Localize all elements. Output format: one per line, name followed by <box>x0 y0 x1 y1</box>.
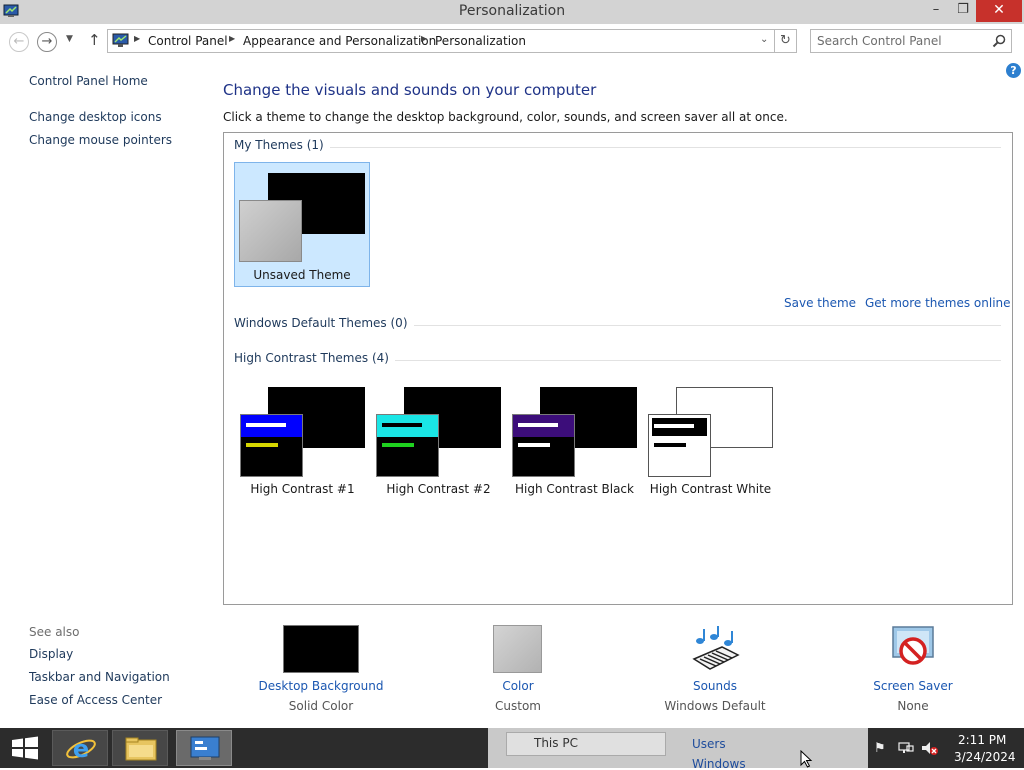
title-bar: Personalization – ❐ ✕ <box>0 0 1024 24</box>
search-input[interactable] <box>817 33 987 49</box>
page-description: Click a theme to change the desktop back… <box>223 110 788 124</box>
theme-preview-window <box>512 414 575 477</box>
my-themes-header: My Themes (1) <box>234 138 330 152</box>
clock-date[interactable]: 3/24/2024 <box>954 750 1016 764</box>
color-setting[interactable]: Color Custom <box>443 624 593 716</box>
display-link[interactable]: Display <box>29 647 73 661</box>
theme-high-contrast-1[interactable]: High Contrast #1 <box>235 385 370 500</box>
section-divider <box>234 147 1001 148</box>
save-theme-link[interactable]: Save theme <box>784 296 856 310</box>
breadcrumb-control-panel[interactable]: Control Panel <box>148 34 228 48</box>
change-desktop-icons-link[interactable]: Change desktop icons <box>29 110 162 124</box>
window-title: Personalization <box>458 3 566 19</box>
address-bar[interactable]: ▶ Control Panel ▶ Appearance and Persona… <box>107 29 775 53</box>
theme-unsaved[interactable]: Unsaved Theme <box>234 162 370 287</box>
action-center-flag-icon[interactable]: ⚑ <box>874 741 886 756</box>
setting-value: Solid Color <box>288 699 354 713</box>
theme-preview-text <box>246 443 278 447</box>
theme-preview-text <box>246 423 286 427</box>
setting-name: Color <box>502 679 534 693</box>
theme-list: My Themes (1) Unsaved Theme Save theme G… <box>223 132 1013 605</box>
sounds-setting[interactable]: Sounds Windows Default <box>640 624 790 716</box>
theme-preview-text <box>518 423 558 427</box>
theme-label: High Contrast #2 <box>386 482 491 496</box>
internet-explorer-taskbar-button[interactable]: e <box>52 730 108 766</box>
taskbar: e This PC Users Windows ⚑ 2:11 PM 3/24/2… <box>0 728 1024 768</box>
theme-preview-text <box>654 424 694 428</box>
ease-of-access-link[interactable]: Ease of Access Center <box>29 693 162 707</box>
breadcrumb-separator[interactable]: ▶ <box>134 34 140 43</box>
control-panel-taskbar-button[interactable] <box>176 730 232 766</box>
breadcrumb-appearance[interactable]: Appearance and Personalization <box>243 34 436 48</box>
internet-explorer-icon: e <box>66 735 96 763</box>
clock-time[interactable]: 2:11 PM <box>958 733 1006 747</box>
refresh-button[interactable]: ↻ <box>775 29 797 53</box>
up-button[interactable]: ↑ <box>88 31 101 49</box>
folder-icon <box>125 737 157 761</box>
setting-name: Screen Saver <box>873 679 953 693</box>
network-icon[interactable] <box>898 740 914 756</box>
theme-label: Unsaved Theme <box>253 268 351 282</box>
theme-label: High Contrast White <box>649 482 772 496</box>
navigation-bar: ← → ▼ ↑ ▶ Control Panel ▶ Appearance and… <box>0 24 1024 58</box>
page-title: Change the visuals and sounds on your co… <box>223 81 597 99</box>
control-panel-icon <box>112 33 129 47</box>
windows-default-themes-header: Windows Default Themes (0) <box>234 316 414 330</box>
start-button[interactable] <box>0 728 50 768</box>
volume-muted-icon[interactable] <box>921 740 939 756</box>
theme-preview-window <box>648 414 711 477</box>
theme-preview-text <box>654 443 686 447</box>
theme-label: High Contrast #1 <box>250 482 355 496</box>
setting-value: None <box>897 699 929 713</box>
desktop-background-setting[interactable]: Desktop Background Solid Color <box>246 624 396 716</box>
help-icon[interactable]: ? <box>1006 63 1021 78</box>
setting-name: Sounds <box>692 679 738 693</box>
change-mouse-pointers-link[interactable]: Change mouse pointers <box>29 133 172 147</box>
theme-preview-window <box>240 414 303 477</box>
windows-label: Windows <box>692 757 746 768</box>
explorer-preview-pane <box>506 732 666 756</box>
see-also-header: See also <box>29 625 80 639</box>
this-pc-label: This PC <box>534 736 578 750</box>
setting-value: Windows Default <box>664 699 766 713</box>
close-button[interactable]: ✕ <box>976 0 1022 22</box>
get-more-themes-link[interactable]: Get more themes online <box>865 296 1011 310</box>
restore-button[interactable]: ❐ <box>950 0 976 22</box>
control-panel-icon <box>190 736 220 760</box>
mouse-cursor-icon <box>800 750 813 768</box>
breadcrumb-personalization[interactable]: Personalization <box>435 34 526 48</box>
theme-high-contrast-2[interactable]: High Contrast #2 <box>371 385 506 500</box>
high-contrast-themes-header: High Contrast Themes (4) <box>234 351 395 365</box>
search-box[interactable] <box>810 29 1012 53</box>
theme-high-contrast-white[interactable]: High Contrast White <box>643 385 778 500</box>
search-icon[interactable] <box>992 34 1006 48</box>
forward-button[interactable]: → <box>37 32 57 52</box>
setting-name: Desktop Background <box>258 679 384 693</box>
theme-label: High Contrast Black <box>515 482 634 496</box>
screen-saver-setting[interactable]: Screen Saver None <box>838 624 988 716</box>
control-panel-home-link[interactable]: Control Panel Home <box>29 74 148 88</box>
theme-preview-window <box>376 414 439 477</box>
sounds-icon <box>692 626 740 670</box>
theme-preview-text <box>382 443 414 447</box>
color-swatch <box>493 625 542 673</box>
chevron-down-icon[interactable]: ⌄ <box>760 34 768 45</box>
setting-value: Custom <box>495 699 541 713</box>
recent-locations-dropdown[interactable]: ▼ <box>66 34 73 44</box>
breadcrumb-separator[interactable]: ▶ <box>229 34 235 43</box>
back-button[interactable]: ← <box>9 32 29 52</box>
taskbar-navigation-link[interactable]: Taskbar and Navigation <box>29 670 170 684</box>
desktop-background-preview <box>283 625 359 673</box>
svg-text:e: e <box>73 735 89 763</box>
users-label: Users <box>692 737 726 751</box>
theme-preview-text <box>518 443 550 447</box>
theme-high-contrast-black[interactable]: High Contrast Black <box>507 385 642 500</box>
theme-preview-window <box>239 200 302 262</box>
minimize-button[interactable]: – <box>922 0 950 22</box>
theme-preview-text <box>382 423 422 427</box>
file-explorer-taskbar-button[interactable] <box>112 730 168 766</box>
screen-saver-icon <box>892 626 934 665</box>
breadcrumb-separator[interactable]: ▶ <box>421 34 427 43</box>
